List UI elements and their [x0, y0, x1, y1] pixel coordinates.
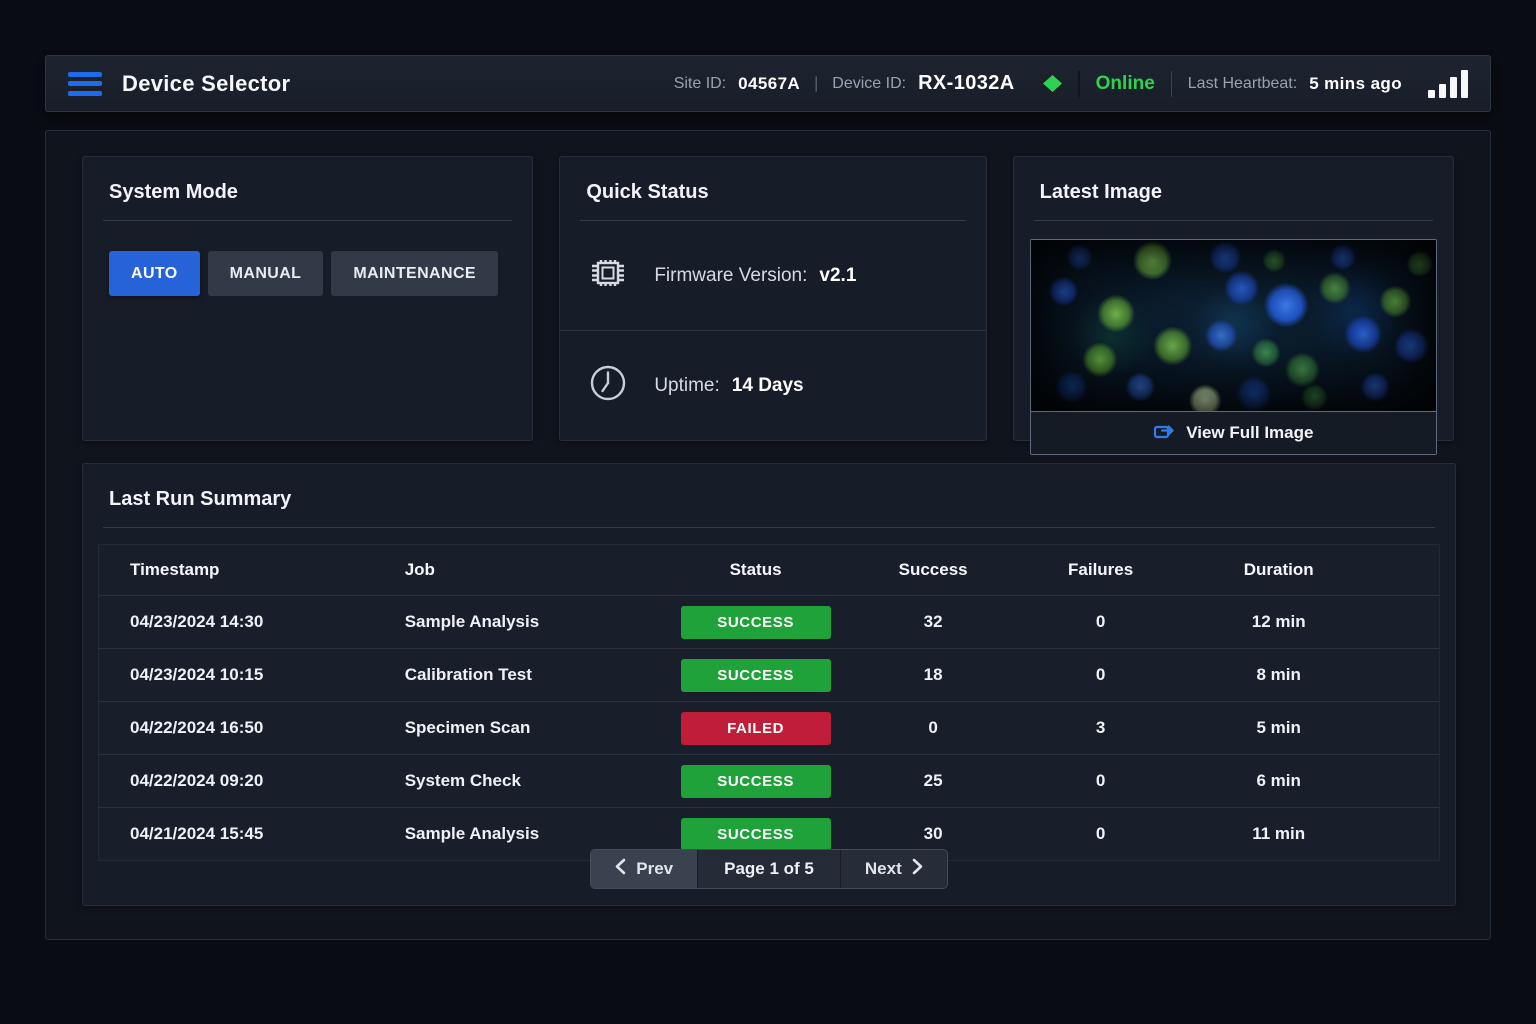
next-page-label: Next [865, 859, 902, 879]
failures-cell: 3 [1017, 718, 1185, 738]
heartbeat-label: Last Heartbeat: [1188, 75, 1297, 93]
status-divider [1078, 71, 1080, 97]
next-page-button[interactable]: Next [841, 850, 947, 888]
failures-cell: 0 [1017, 824, 1185, 844]
chevron-right-icon [912, 858, 923, 880]
prev-page-label: Prev [636, 859, 673, 879]
failures-cell: 0 [1017, 771, 1185, 791]
failures-cell: 0 [1017, 665, 1185, 685]
col-success: Success [849, 560, 1017, 580]
quick-status-title: Quick Status [560, 157, 985, 220]
status-badge: SUCCESS [681, 818, 831, 851]
mode-manual-button[interactable]: MANUAL [208, 251, 324, 296]
status-badge: SUCCESS [681, 606, 831, 639]
separator: | [812, 75, 820, 93]
last-run-table: Timestamp Job Status Success Failures Du… [98, 544, 1440, 861]
job-cell: Sample Analysis [374, 612, 662, 632]
header-divider [1171, 71, 1172, 97]
status-badge: SUCCESS [681, 659, 831, 692]
failures-cell: 0 [1017, 612, 1185, 632]
site-id-value: 04567A [738, 74, 800, 94]
timestamp-cell: 04/23/2024 10:15 [99, 665, 374, 685]
microscopy-image [1031, 240, 1436, 412]
table-row: 04/22/2024 09:20 System Check SUCCESS 25… [99, 754, 1439, 807]
signal-bars-icon [1428, 70, 1468, 98]
success-cell: 18 [849, 665, 1017, 685]
view-full-image-button[interactable]: View Full Image [1031, 412, 1436, 454]
view-full-image-label: View Full Image [1186, 423, 1313, 443]
chevron-left-icon [615, 858, 626, 880]
clock-icon [586, 361, 630, 410]
divider [103, 527, 1435, 528]
uptime-value: 14 Days [732, 375, 804, 397]
col-timestamp: Timestamp [99, 560, 374, 580]
timestamp-cell: 04/21/2024 15:45 [99, 824, 374, 844]
job-cell: Specimen Scan [374, 718, 662, 738]
mode-maintenance-button[interactable]: MAINTENANCE [331, 251, 498, 296]
site-id-label: Site ID: [674, 75, 726, 93]
device-id-label: Device ID: [832, 75, 906, 93]
top-bar: Device Selector Site ID: 04567A | Device… [45, 55, 1491, 112]
success-cell: 32 [849, 612, 1017, 632]
table-header-row: Timestamp Job Status Success Failures Du… [99, 545, 1439, 595]
divider [1034, 220, 1433, 221]
expand-icon [1153, 421, 1175, 445]
table-row: 04/23/2024 14:30 Sample Analysis SUCCESS… [99, 595, 1439, 648]
pagination: Prev Page 1 of 5 Next [83, 849, 1455, 889]
online-status-label: Online [1096, 73, 1155, 95]
latest-image-title: Latest Image [1014, 157, 1453, 220]
status-badge: FAILED [681, 712, 831, 745]
duration-cell: 6 min [1184, 771, 1439, 791]
col-job: Job [374, 560, 662, 580]
duration-cell: 12 min [1184, 612, 1439, 632]
timestamp-cell: 04/22/2024 16:50 [99, 718, 374, 738]
system-mode-card: System Mode AUTO MANUAL MAINTENANCE [82, 156, 533, 441]
job-cell: Calibration Test [374, 665, 662, 685]
main-panel: System Mode AUTO MANUAL MAINTENANCE Quic… [45, 130, 1491, 940]
col-duration: Duration [1184, 560, 1439, 580]
menu-icon[interactable] [68, 72, 102, 96]
timestamp-cell: 04/22/2024 09:20 [99, 771, 374, 791]
duration-cell: 11 min [1184, 824, 1439, 844]
status-badge: SUCCESS [681, 765, 831, 798]
system-mode-title: System Mode [83, 157, 532, 220]
table-row: 04/22/2024 16:50 Specimen Scan FAILED 0 … [99, 701, 1439, 754]
online-status-icon [1043, 75, 1062, 92]
success-cell: 30 [849, 824, 1017, 844]
col-failures: Failures [1017, 560, 1185, 580]
timestamp-cell: 04/23/2024 14:30 [99, 612, 374, 632]
col-status: Status [662, 560, 850, 580]
duration-cell: 5 min [1184, 718, 1439, 738]
job-cell: Sample Analysis [374, 824, 662, 844]
duration-cell: 8 min [1184, 665, 1439, 685]
chip-icon [586, 251, 630, 300]
page-indicator: Page 1 of 5 [698, 850, 841, 888]
heartbeat-value: 5 mins ago [1309, 74, 1402, 94]
success-cell: 0 [849, 718, 1017, 738]
table-row: 04/23/2024 10:15 Calibration Test SUCCES… [99, 648, 1439, 701]
firmware-value: v2.1 [819, 265, 856, 287]
uptime-label: Uptime: [654, 375, 719, 397]
job-cell: System Check [374, 771, 662, 791]
mode-auto-button[interactable]: AUTO [109, 251, 200, 296]
prev-page-button[interactable]: Prev [591, 850, 698, 888]
last-run-summary-card: Last Run Summary Timestamp Job Status Su… [82, 463, 1456, 906]
device-id-value: RX-1032A [918, 72, 1015, 95]
image-frame: View Full Image [1030, 239, 1437, 455]
page-title: Device Selector [122, 71, 290, 97]
quick-status-card: Quick Status Firmware Version: v2.1 [559, 156, 986, 441]
last-run-summary-title: Last Run Summary [83, 464, 1455, 527]
latest-image-card: Latest Image View Full Image [1013, 156, 1454, 441]
success-cell: 25 [849, 771, 1017, 791]
firmware-label: Firmware Version: [654, 265, 807, 287]
